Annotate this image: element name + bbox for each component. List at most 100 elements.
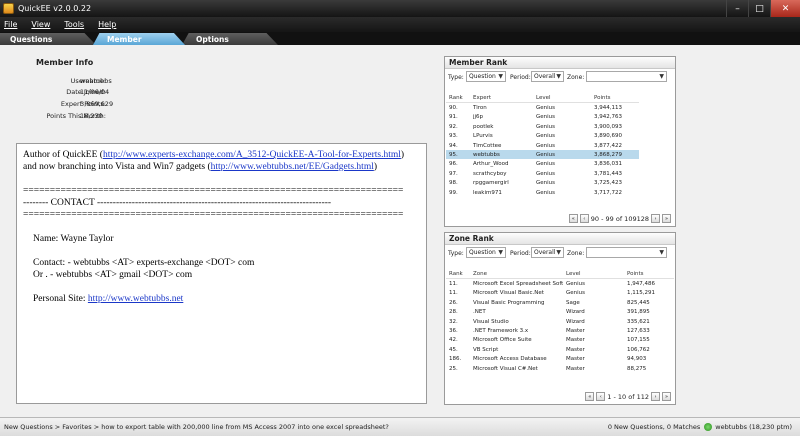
tab-member[interactable]: Member bbox=[93, 33, 185, 45]
bio-intro: Author of QuickEE (http://www.experts-ex… bbox=[23, 149, 420, 173]
period-select[interactable]: Overall ▼ bbox=[531, 247, 564, 258]
last-page-button[interactable]: » bbox=[662, 392, 671, 401]
table-row[interactable]: 96. Arthur_Wood Genius 3,836,031 bbox=[446, 159, 639, 168]
table-row[interactable]: 11. Microsoft Excel Spreadsheet Softw... G… bbox=[446, 279, 674, 288]
col-rank[interactable]: Rank bbox=[449, 271, 471, 277]
table-row[interactable]: 32. Visual Studio Wizard 335,621 bbox=[446, 317, 674, 326]
points-cell: 3,877,422 bbox=[594, 142, 622, 149]
period-select-value: Overall bbox=[534, 73, 556, 80]
points-cell: 94,903 bbox=[627, 356, 647, 363]
table-row[interactable]: 36. .NET Framework 3.x Master 127,633 bbox=[446, 326, 674, 335]
menu-help[interactable]: Help bbox=[98, 20, 116, 29]
quickee-article-link[interactable]: http://www.experts-exchange.com/A_3512-Q… bbox=[103, 150, 401, 160]
first-page-button[interactable]: « bbox=[585, 392, 595, 401]
window-controls: – □ ✕ bbox=[726, 0, 800, 17]
col-level[interactable]: Level bbox=[566, 271, 621, 277]
tab-questions[interactable]: Questions bbox=[0, 33, 96, 45]
points-cell: 3,900,093 bbox=[594, 123, 622, 130]
level-cell: Genius bbox=[536, 151, 556, 158]
table-row[interactable]: 42. Microsoft Office Suite Master 107,155 bbox=[446, 335, 674, 344]
bio-personal-site: Personal Site: http://www.webtubbs.net bbox=[23, 293, 420, 305]
name-cell: Microsoft Access Database bbox=[473, 356, 547, 363]
table-row[interactable]: 92. pootlek Genius 3,900,093 bbox=[446, 122, 639, 131]
period-label: Period: bbox=[510, 250, 531, 257]
date-joined-value: 11/06/04 bbox=[80, 88, 110, 96]
level-cell: Master bbox=[566, 356, 585, 363]
gadgets-link[interactable]: http://www.webtubbs.net/EE/Gadgets.html bbox=[211, 162, 374, 172]
close-button[interactable]: ✕ bbox=[770, 0, 800, 17]
type-select-value: Question bbox=[469, 249, 496, 256]
points-cell: 3,725,423 bbox=[594, 180, 622, 187]
prev-page-button[interactable]: ‹ bbox=[579, 214, 589, 223]
points-cell: 127,633 bbox=[627, 327, 650, 334]
rank-cell: 92. bbox=[449, 123, 458, 130]
info-row-expert-points: Expert Points: 3,869,629 bbox=[16, 100, 226, 110]
table-row[interactable]: 26. Visual Basic Programming Sage 825,445 bbox=[446, 298, 674, 307]
chevron-down-icon: ▼ bbox=[659, 73, 664, 80]
level-cell: Master bbox=[566, 327, 585, 334]
prev-page-button[interactable]: ‹ bbox=[596, 392, 606, 401]
bio-contact-2: Or . - webtubbs <AT> gmail <DOT> com bbox=[33, 270, 193, 280]
col-points[interactable]: Points bbox=[627, 271, 675, 277]
tab-options[interactable]: Options bbox=[182, 33, 278, 45]
table-row[interactable]: 93. LPurvis Genius 3,890,690 bbox=[446, 131, 639, 140]
next-page-button[interactable]: › bbox=[651, 214, 660, 223]
menu-tools[interactable]: Tools bbox=[64, 20, 84, 29]
bio-contact-heading: -------- CONTACT -----------------------… bbox=[23, 198, 332, 208]
type-select[interactable]: Question ▼ bbox=[466, 247, 506, 258]
level-cell: Master bbox=[566, 346, 585, 353]
type-select-value: Question bbox=[469, 73, 496, 80]
table-row[interactable]: 90. Tiron Genius 3,944,113 bbox=[446, 103, 639, 112]
status-bar: New Questions > Favorites > how to expor… bbox=[0, 417, 800, 436]
table-row[interactable]: 98. rpggamergirl Genius 3,725,423 bbox=[446, 178, 639, 187]
chevron-down-icon: ▼ bbox=[556, 73, 561, 80]
zone-select[interactable]: ▼ bbox=[586, 247, 667, 258]
table-row[interactable]: 45. VB Script Master 106,762 bbox=[446, 345, 674, 354]
points-cell: 3,781,443 bbox=[594, 170, 622, 177]
member-info-section: Member Info Username: webtubbs Date Join… bbox=[16, 55, 426, 145]
points-cell: 88,275 bbox=[627, 365, 647, 372]
rank-cell: 95. bbox=[449, 151, 458, 158]
rank-cell: 99. bbox=[449, 189, 458, 196]
personal-site-link[interactable]: http://www.webtubbs.net bbox=[88, 294, 183, 304]
level-cell: Genius bbox=[536, 123, 556, 130]
table-row[interactable]: 97. scrathcyboy Genius 3,781,443 bbox=[446, 169, 639, 178]
status-breadcrumb[interactable]: New Questions > Favorites > how to expor… bbox=[0, 423, 608, 431]
period-select[interactable]: Overall ▼ bbox=[531, 71, 564, 82]
menu-bar: File View Tools Help bbox=[0, 17, 800, 32]
bio-contact-1: Contact: - webtubbs <AT> experts-exchang… bbox=[33, 258, 255, 268]
first-page-button[interactable]: « bbox=[568, 214, 578, 223]
table-row[interactable]: 28. .NET Wizard 391,895 bbox=[446, 307, 674, 316]
next-page-button[interactable]: › bbox=[651, 392, 660, 401]
maximize-button[interactable]: □ bbox=[748, 0, 770, 17]
points-cell: 391,895 bbox=[627, 309, 650, 316]
menu-view[interactable]: View bbox=[31, 20, 50, 29]
menu-file[interactable]: File bbox=[4, 20, 17, 29]
rank-cell: 96. bbox=[449, 161, 458, 168]
member-rank-filters: Type: Question ▼ Period: Overall ▼ Zone:… bbox=[445, 69, 675, 85]
col-zone[interactable]: Zone bbox=[473, 271, 563, 277]
col-rank[interactable]: Rank bbox=[449, 95, 471, 101]
rank-cell: 11. bbox=[449, 290, 458, 297]
table-row[interactable]: 11. Microsoft Visual Basic.Net Genius 1,115… bbox=[446, 288, 674, 297]
points-cell: 107,155 bbox=[627, 337, 650, 344]
minimize-button[interactable]: – bbox=[726, 0, 748, 17]
table-row[interactable]: 94. TimCottee Genius 3,877,422 bbox=[446, 141, 639, 150]
table-row[interactable]: 25. Microsoft Visual C#.Net Master 88,275 bbox=[446, 364, 674, 373]
name-cell: VB Script bbox=[473, 346, 499, 353]
table-row[interactable]: 95. webtubbs Genius 3,868,279 bbox=[446, 149, 639, 160]
bio-text: ) bbox=[373, 162, 378, 172]
table-row[interactable]: 91. jj6p Genius 3,942,763 bbox=[446, 112, 639, 121]
last-page-button[interactable]: » bbox=[662, 214, 671, 223]
member-rank-table: Rank Expert Level Points 90. Tiron Genius 3… bbox=[446, 93, 639, 197]
zone-select[interactable]: ▼ bbox=[586, 71, 667, 82]
table-row[interactable]: 186. Microsoft Access Database Master 94,90… bbox=[446, 354, 674, 363]
level-cell: Wizard bbox=[566, 309, 585, 316]
col-points[interactable]: Points bbox=[594, 95, 642, 101]
table-row[interactable]: 99. leakim971 Genius 3,717,722 bbox=[446, 188, 639, 197]
level-cell: Genius bbox=[536, 170, 556, 177]
col-level[interactable]: Level bbox=[536, 95, 591, 101]
member-bio-panel: Author of QuickEE (http://www.experts-ex… bbox=[16, 143, 427, 404]
type-select[interactable]: Question ▼ bbox=[466, 71, 506, 82]
level-cell: Genius bbox=[566, 290, 586, 297]
